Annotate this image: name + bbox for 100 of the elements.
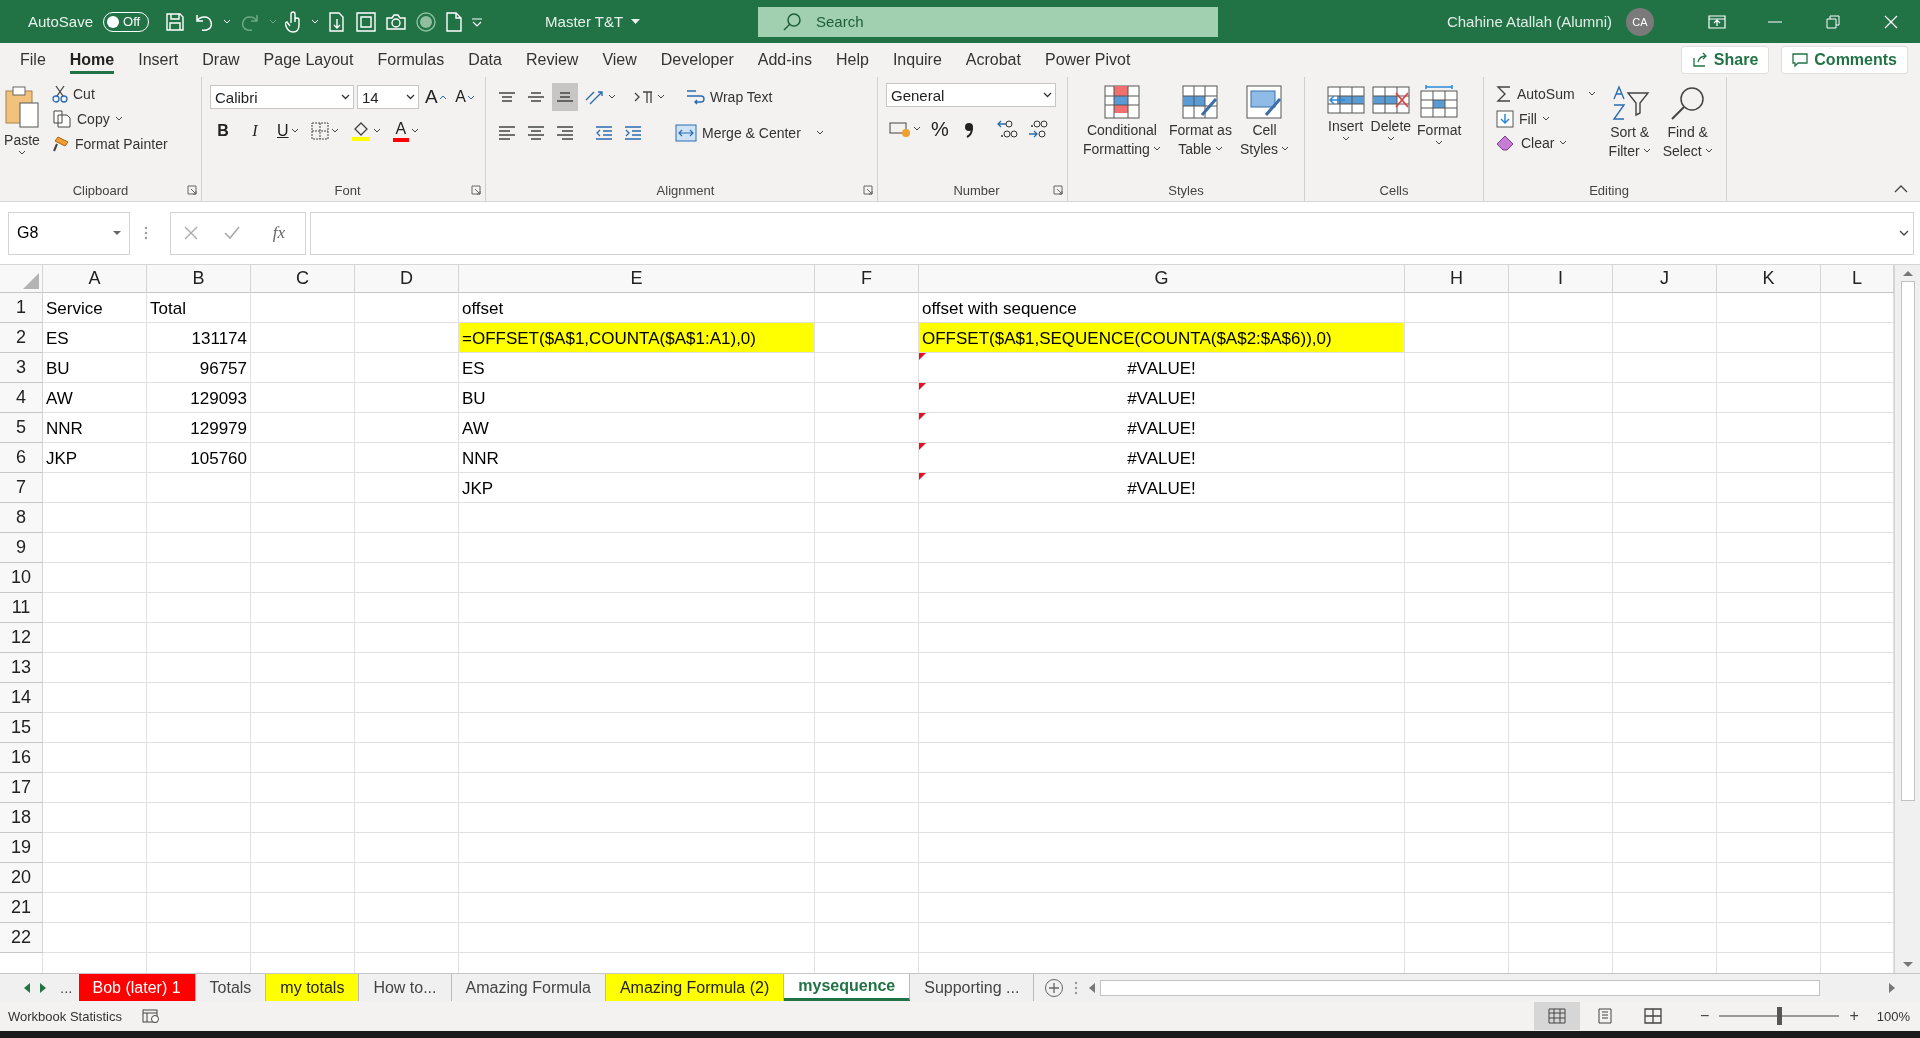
menu-tab[interactable]: Draw [190,43,252,77]
fill-button[interactable]: Fill [1492,108,1600,130]
customize-icon[interactable] [471,16,484,27]
row-header[interactable]: 7 [0,473,43,503]
previous-sheet-icon[interactable] [24,982,30,993]
name-box[interactable]: G8 [8,211,130,255]
menu-tab[interactable]: Formulas [365,43,457,77]
row-header[interactable]: 5 [0,413,43,443]
copy-button[interactable]: Copy [48,108,172,130]
statistics-icon[interactable] [141,1008,160,1024]
row-header[interactable]: 17 [0,773,43,803]
caret-icon[interactable] [311,18,320,25]
wrap-text-button[interactable]: Wrap Text [681,85,777,109]
font-size-field[interactable]: 14 [357,85,419,109]
dialog-launcher-icon[interactable] [471,185,481,195]
menu-tab[interactable]: Acrobat [953,43,1033,77]
row-header[interactable]: 9 [0,533,43,563]
menu-tab[interactable]: Inquire [880,43,954,77]
format-as-table-button[interactable]: Format as Table [1165,83,1235,161]
font-name-field[interactable]: Calibri [210,85,354,109]
row-header[interactable]: 21 [0,893,43,923]
zoom-slider[interactable] [1719,1007,1840,1025]
autosum-button[interactable]: AutoSum [1492,83,1600,105]
number-format-field[interactable]: General [886,83,1056,107]
column-header[interactable]: J [1613,265,1717,293]
menu-tab[interactable]: Insert [126,43,191,77]
row-header[interactable]: 12 [0,623,43,653]
find-and-select-button[interactable]: Find & Select [1659,83,1716,163]
row-header[interactable]: 6 [0,443,43,473]
column-header[interactable]: A [43,265,147,293]
conditional-formatting-button[interactable]: Conditional Formatting [1079,83,1164,161]
row-header[interactable]: 3 [0,353,43,383]
menu-tab[interactable]: Home [57,43,127,77]
avatar[interactable]: CA [1626,7,1654,36]
merge-and-center-button[interactable]: Merge & Center [671,122,828,144]
row-header[interactable]: 19 [0,833,43,863]
more-sheets-button[interactable]: ... [54,974,79,1001]
sheet-tab[interactable]: Bob (later) 1 [78,974,196,1001]
column-header[interactable]: H [1405,265,1509,293]
error-indicator-icon[interactable] [919,383,926,390]
status-text[interactable]: Workbook Statistics [8,1008,122,1024]
dialog-launcher-icon[interactable] [187,185,197,195]
sheet-tab[interactable]: Amazing Formula (2) [605,974,785,1001]
underline-button[interactable]: U [274,117,302,145]
row-header[interactable]: 15 [0,713,43,743]
column-header[interactable]: L [1821,265,1894,293]
column-header[interactable]: B [147,265,251,293]
menu-tab[interactable]: Add-ins [745,43,824,77]
column-header[interactable]: G [919,265,1405,293]
bold-button[interactable]: B [210,117,236,145]
frame-icon[interactable] [355,10,378,33]
menu-tab[interactable]: View [590,43,649,77]
row-header[interactable]: 16 [0,743,43,773]
vertical-scrollbar[interactable] [1894,265,1920,973]
formula-input-field[interactable] [310,211,1914,255]
paste-button[interactable]: Paste [0,83,44,160]
share-button[interactable]: Share [1680,46,1770,74]
row-header[interactable]: 22 [0,923,43,953]
decrease-font-size-button[interactable]: A [451,83,478,111]
row-header[interactable]: 4 [0,383,43,413]
column-header[interactable]: I [1509,265,1613,293]
comments-button[interactable]: Comments [1781,46,1908,74]
clear-button[interactable]: Clear [1492,133,1600,153]
insert-function-button[interactable]: fx [266,219,292,247]
menu-tab[interactable]: Developer [648,43,746,77]
format-cells-button[interactable]: Format [1414,83,1465,150]
save-icon[interactable] [165,11,186,32]
insert-cells-button[interactable]: Insert [1323,83,1368,146]
sheet-tab[interactable]: my totals [266,974,360,1001]
menu-tab[interactable]: File [8,43,58,77]
collapse-ribbon-icon[interactable] [1894,185,1908,193]
menu-tab[interactable]: Help [824,43,881,77]
search-field[interactable]: Search [758,6,1218,37]
user-name[interactable]: Chahine Atallah (Alumni) [1446,13,1612,30]
dialog-launcher-icon[interactable] [863,185,873,195]
next-sheet-icon[interactable] [40,982,46,993]
zoom-slider-thumb[interactable] [1777,1007,1783,1025]
dialog-launcher-icon[interactable] [1053,185,1063,195]
zoom-in-button[interactable]: + [1845,1007,1863,1025]
zoom-level[interactable]: 100% [1876,1008,1910,1024]
column-header[interactable]: D [355,265,459,293]
column-header[interactable]: E [459,265,815,293]
font-color-button[interactable]: A [389,117,423,145]
add-sheet-icon[interactable] [1044,977,1065,998]
row-header[interactable]: 2 [0,323,43,353]
column-header[interactable]: K [1717,265,1821,293]
format-painter-button[interactable]: Format Painter [48,133,172,155]
sheet-tab[interactable]: mysequence [784,974,911,1001]
menu-tab[interactable]: Data [456,43,514,77]
zoom-out-button[interactable]: − [1696,1007,1714,1025]
row-header[interactable]: 20 [0,863,43,893]
percent-style-button[interactable]: % [927,115,953,143]
error-indicator-icon[interactable] [919,473,926,480]
cell-styles-button[interactable]: Cell Styles [1236,83,1293,161]
column-header[interactable]: C [251,265,355,293]
column-header[interactable]: F [815,265,919,293]
row-header[interactable]: 8 [0,503,43,533]
cut-button[interactable]: Cut [48,83,172,105]
caret-icon[interactable] [223,18,232,25]
row-header[interactable]: 18 [0,803,43,833]
